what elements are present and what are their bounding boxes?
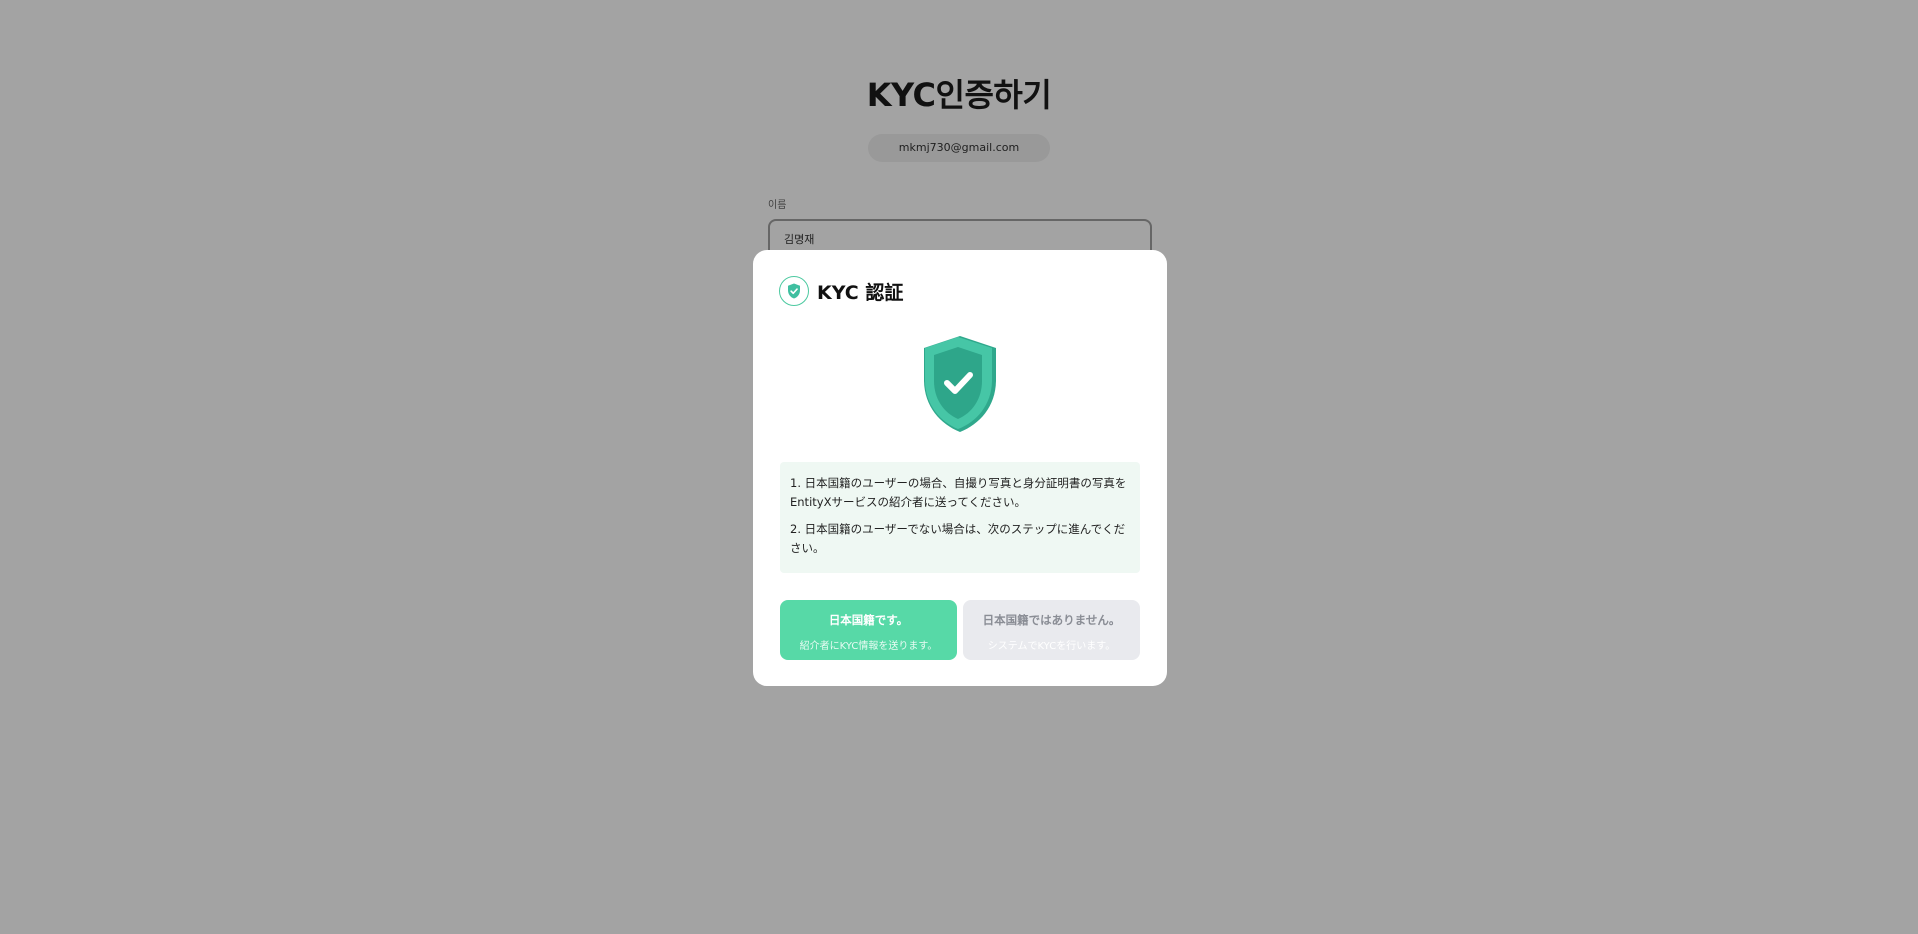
info-box: 1. 日本国籍のユーザーの場合、自撮り写真と身分証明書の写真をEntityXサー… xyxy=(780,462,1140,573)
info-line: 2. 日本国籍のユーザーでない場合は、次のステップに進んでください。 xyxy=(790,522,1126,555)
shield-check-illustration xyxy=(924,336,996,432)
shield-check-icon xyxy=(779,276,809,306)
not-japanese-nationality-button[interactable]: 日本国籍ではありません。 システムでKYCを行います。 xyxy=(963,600,1140,660)
modal-header: KYC 認証 xyxy=(779,276,903,306)
info-line: 1. 日本国籍のユーザーの場合、自撮り写真と身分証明書の写真をEntityXサー… xyxy=(790,476,1127,509)
button-label: 日本国籍ではありません。 xyxy=(982,613,1121,627)
japanese-nationality-button[interactable]: 日本国籍です。 紹介者にKYC情報を送ります。 xyxy=(780,600,957,660)
modal-title: KYC 認証 xyxy=(817,281,904,304)
kyc-modal: KYC 認証 1. 日本国籍のユーザーの場合、自撮り写真と身分証明書の写真をEn… xyxy=(753,250,1167,686)
button-label: 日本国籍です。 xyxy=(828,613,909,627)
modal-overlay[interactable]: KYC 認証 1. 日本国籍のユーザーの場合、自撮り写真と身分証明書の写真をEn… xyxy=(0,0,1918,934)
button-sublabel: システムでKYCを行います。 xyxy=(987,641,1116,652)
button-sublabel: 紹介者にKYC情報を送ります。 xyxy=(799,641,938,652)
